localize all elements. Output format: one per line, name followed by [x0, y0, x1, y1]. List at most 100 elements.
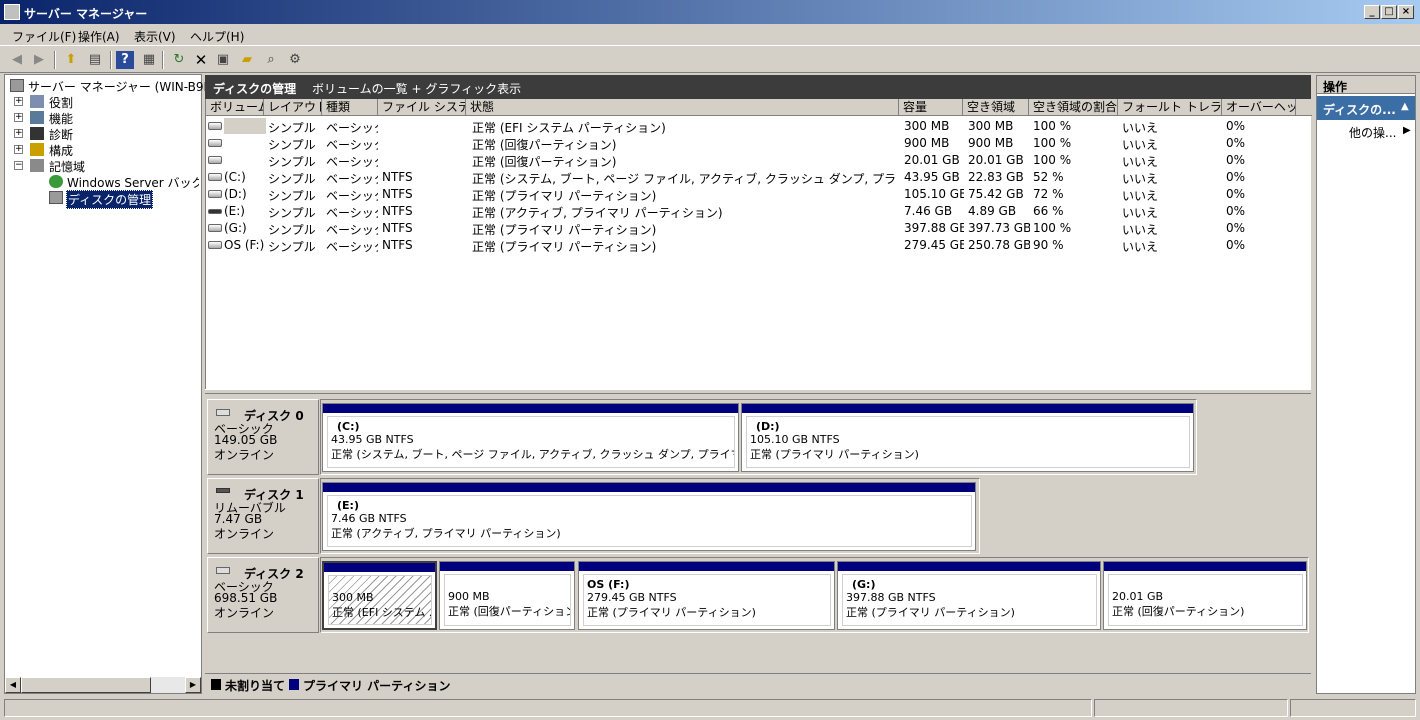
back-arrow-icon[interactable]: ◀	[8, 51, 26, 69]
table-cell[interactable]: (G:)	[224, 221, 266, 235]
table-cell: ベーシック	[326, 206, 378, 220]
table-cell: 0%	[1226, 119, 1246, 133]
disk-icon	[216, 567, 230, 574]
open-folder-icon[interactable]: ▰	[238, 51, 256, 69]
col-type[interactable]: 種類	[322, 99, 378, 116]
table-cell: ベーシック	[326, 189, 378, 203]
partition-size: 105.10 GB NTFS	[750, 433, 840, 446]
close-button[interactable]: ×	[1398, 5, 1414, 19]
table-cell[interactable]: (D:)	[224, 187, 266, 201]
col-volume[interactable]: ボリューム	[206, 99, 264, 116]
up-folder-icon[interactable]: ⬆	[62, 51, 80, 69]
volume-icon	[208, 224, 222, 232]
partition-f[interactable]: OS (F:) 279.45 GB NTFS 正常 (プライマリ パーティション…	[578, 561, 835, 630]
tree-item-features[interactable]: 機能	[49, 110, 73, 127]
partition-label: (E:)	[337, 499, 359, 512]
show-tree-icon[interactable]: ▤	[86, 51, 104, 69]
table-cell: シンプル	[268, 155, 316, 169]
disk-0-status: オンライン	[214, 448, 275, 462]
col-filesystem[interactable]: ファイル システム	[378, 99, 466, 116]
expand-icon[interactable]: +	[14, 145, 23, 154]
collapse-icon[interactable]: −	[14, 161, 23, 170]
search-icon[interactable]: ⌕	[262, 51, 280, 69]
table-cell: シンプル	[268, 121, 316, 135]
selected-volume-cell[interactable]	[224, 118, 266, 134]
tree-item-diagnostics[interactable]: 診断	[49, 126, 73, 143]
minimize-button[interactable]: _	[1364, 5, 1380, 19]
col-overhead[interactable]: オーバーヘッド	[1222, 99, 1296, 116]
partition-efi[interactable]: 300 MB 正常 (EFI システム パーティション)	[322, 561, 437, 630]
actions-section[interactable]: ディスクの... ▲	[1317, 96, 1415, 120]
delete-icon[interactable]: ✕	[192, 51, 210, 69]
table-cell: 90 %	[1033, 238, 1064, 252]
expand-icon[interactable]: +	[14, 113, 23, 122]
forward-arrow-icon[interactable]: ▶	[30, 51, 48, 69]
menu-action[interactable]: 操作(A)	[78, 28, 120, 45]
disk-2-info[interactable]: ディスク 2 ベーシック 698.51 GB オンライン	[207, 557, 319, 633]
partition-e[interactable]: (E:) 7.46 GB NTFS 正常 (アクティブ, プライマリ パーティシ…	[322, 482, 976, 551]
menu-view[interactable]: 表示(V)	[134, 28, 176, 45]
removable-disk-icon	[216, 488, 230, 493]
refresh-icon[interactable]: ↻	[170, 51, 188, 69]
tree-item-storage[interactable]: 記憶域	[49, 158, 85, 175]
tree-item-disk-management[interactable]: ディスクの管理	[66, 190, 154, 209]
col-fault-tolerance[interactable]: フォールト トレランス	[1118, 99, 1222, 116]
partition-recovery-2[interactable]: 20.01 GB 正常 (回復パーティション)	[1103, 561, 1307, 630]
disk-0-info[interactable]: ディスク 0 ベーシック 149.05 GB オンライン	[207, 399, 319, 475]
expand-icon[interactable]: +	[14, 129, 23, 138]
table-cell: いいえ	[1122, 172, 1159, 186]
pane-splitter[interactable]	[205, 389, 1311, 394]
table-cell[interactable]: OS (F:)	[224, 238, 266, 252]
partition-status: 正常 (回復パーティション)	[448, 605, 571, 618]
table-cell: シンプル	[268, 172, 316, 186]
maximize-button[interactable]: □	[1381, 5, 1397, 19]
settings-icon[interactable]: ⚙	[286, 51, 304, 69]
diagnostics-icon	[30, 127, 44, 140]
tree-item-roles[interactable]: 役割	[49, 94, 73, 111]
server-manager-icon	[4, 4, 20, 20]
table-cell: 52 %	[1033, 170, 1064, 184]
col-capacity[interactable]: 容量	[899, 99, 963, 116]
menu-file[interactable]: ファイル(F)	[12, 28, 76, 45]
tree-item-backup[interactable]: Windows Server バックアップ	[67, 174, 199, 191]
col-free-percent[interactable]: 空き領域の割合	[1029, 99, 1118, 116]
table-cell: シンプル	[268, 206, 316, 220]
table-cell[interactable]: (E:)	[224, 204, 266, 218]
toolbar: ◀ ▶ ⬆ ▤ ? ▦ ↻ ✕ ▣ ▰ ⌕ ⚙	[0, 47, 1420, 73]
table-cell: シンプル	[268, 189, 316, 203]
properties-icon[interactable]: ▣	[214, 51, 232, 69]
table-cell: 100 %	[1033, 221, 1072, 235]
table-cell: いいえ	[1122, 206, 1159, 220]
scroll-thumb[interactable]	[21, 677, 151, 693]
table-cell: 900 MB	[968, 136, 1014, 150]
tree-item-configuration[interactable]: 構成	[49, 142, 73, 159]
scroll-left-icon[interactable]: ◀	[5, 677, 21, 693]
legend: 未割り当て プライマリ パーティション	[205, 673, 1311, 693]
properties-list-icon[interactable]: ▦	[140, 51, 158, 69]
partition-size: 397.88 GB NTFS	[846, 591, 936, 604]
tree-horizontal-scrollbar[interactable]: ◀ ▶	[5, 677, 201, 693]
table-cell[interactable]: (C:)	[224, 170, 266, 184]
partition-g[interactable]: (G:) 397.88 GB NTFS 正常 (プライマリ パーティション)	[837, 561, 1101, 630]
disk-1-info[interactable]: ディスク 1 リムーバブル 7.47 GB オンライン	[207, 478, 319, 554]
table-cell: 20.01 GB	[904, 153, 960, 167]
partition-recovery-1[interactable]: 900 MB 正常 (回復パーティション)	[439, 561, 575, 630]
table-cell: 0%	[1226, 238, 1246, 252]
col-free-space[interactable]: 空き領域	[963, 99, 1029, 116]
menu-help[interactable]: ヘルプ(H)	[190, 28, 244, 45]
action-more[interactable]: 他の操...	[1349, 124, 1396, 141]
help-icon[interactable]: ?	[116, 51, 134, 69]
expand-icon[interactable]: +	[14, 97, 23, 106]
col-layout[interactable]: レイアウト	[264, 99, 322, 116]
partition-size: 43.95 GB NTFS	[331, 433, 414, 446]
table-cell: ベーシック	[326, 172, 378, 186]
legend-primary-partition: プライマリ パーティション	[303, 679, 451, 693]
table-cell: いいえ	[1122, 223, 1159, 237]
partition-c[interactable]: (C:) 43.95 GB NTFS 正常 (システム, ブート, ページ ファ…	[322, 403, 739, 472]
tree-root[interactable]: サーバー マネージャー (WIN-B9IB1I	[28, 78, 226, 95]
collapse-up-icon[interactable]: ▲	[1401, 101, 1409, 112]
status-pane-3	[1290, 699, 1416, 717]
col-status[interactable]: 状態	[466, 99, 899, 116]
scroll-right-icon[interactable]: ▶	[185, 677, 201, 693]
partition-d[interactable]: (D:) 105.10 GB NTFS 正常 (プライマリ パーティション)	[741, 403, 1194, 472]
